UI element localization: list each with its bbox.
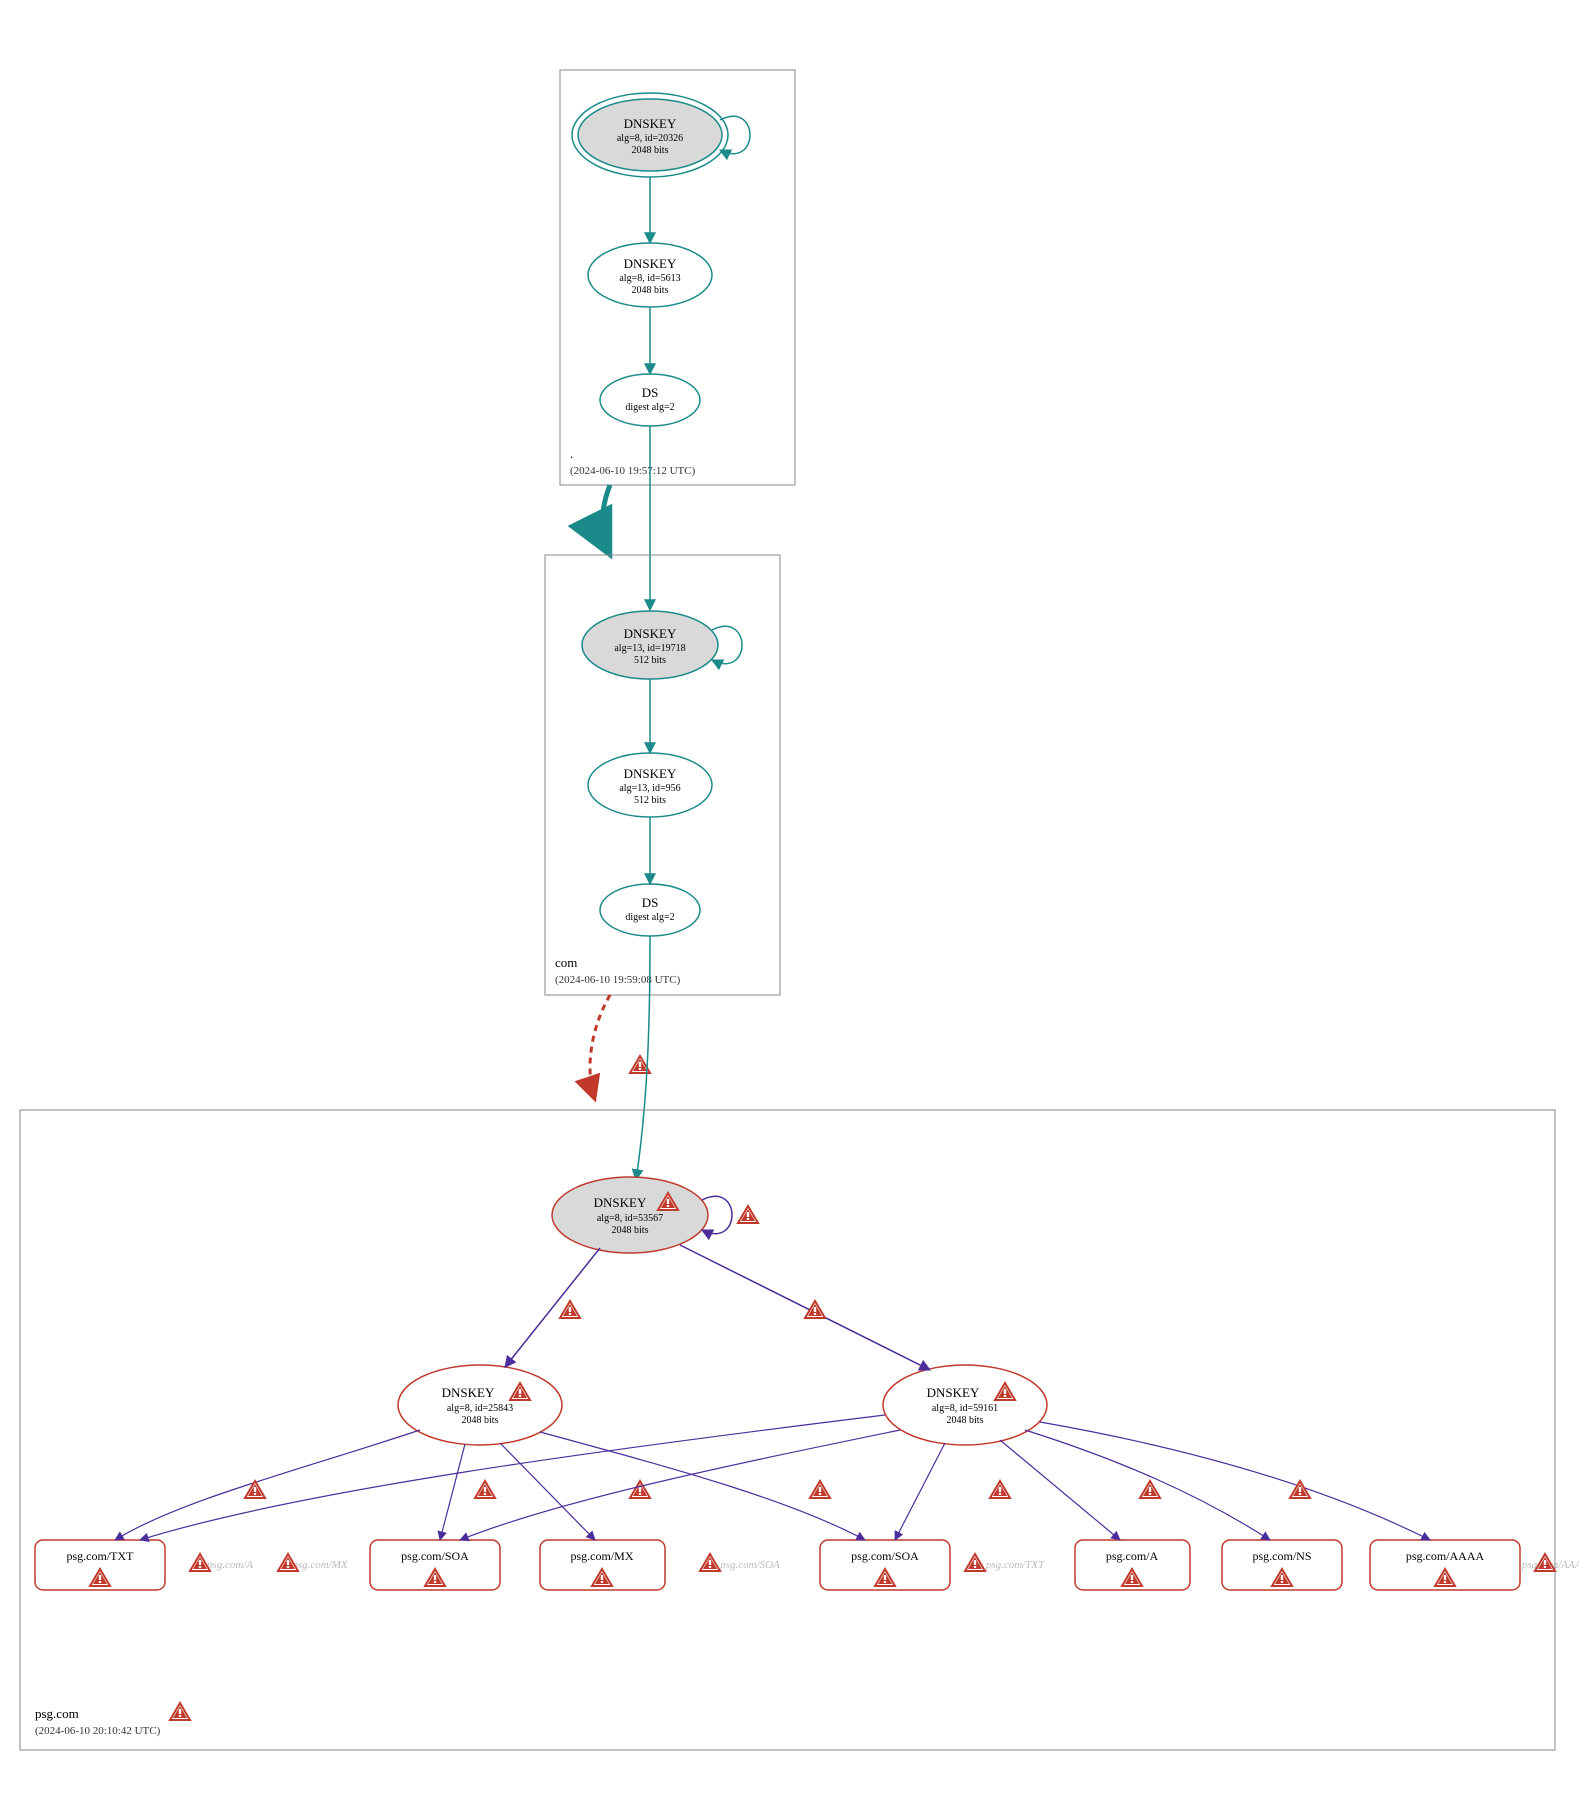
zone-box-psg: [20, 1110, 1555, 1750]
svg-text:2048 bits: 2048 bits: [632, 285, 669, 296]
svg-text:512 bits: 512 bits: [634, 655, 666, 666]
node-psg-ksk: DNSKEY alg=8, id=53567 2048 bits: [552, 1177, 708, 1253]
rrset-a: psg.com/A: [1075, 1540, 1190, 1590]
node-com-ksk: DNSKEY alg=13, id=19718 512 bits: [582, 611, 718, 679]
edge-psg-ksk-zsk1: [505, 1248, 600, 1367]
svg-text:512 bits: 512 bits: [634, 795, 666, 806]
warn-icon: [1140, 1481, 1160, 1498]
dnssec-diagram: . (2024-06-10 19:57:12 UTC) DNSKEY alg=8…: [0, 0, 1579, 1810]
svg-text:2048 bits: 2048 bits: [632, 145, 669, 156]
svg-text:alg=8, id=53567: alg=8, id=53567: [597, 1213, 663, 1224]
svg-text:psg.com/TXT: psg.com/TXT: [67, 1549, 135, 1563]
warn-icon: [560, 1301, 580, 1318]
rrset-txt: psg.com/TXT: [35, 1540, 165, 1590]
node-com-zsk: DNSKEY alg=13, id=956 512 bits: [588, 753, 712, 817]
ghost-soa: psg.com/SOA: [719, 1559, 780, 1571]
ghost-mx: psg.com/MX: [291, 1559, 349, 1571]
zone-name-com: com: [555, 955, 577, 970]
svg-text:psg.com/AAAA: psg.com/AAAA: [1406, 1549, 1485, 1563]
svg-text:alg=8, id=59161: alg=8, id=59161: [932, 1403, 998, 1414]
edge-z1-mx: [500, 1443, 595, 1540]
svg-text:DNSKEY: DNSKEY: [624, 766, 677, 781]
edge-z2-soa2: [895, 1443, 945, 1540]
warn-icon: [475, 1481, 495, 1498]
node-root-ds: DS digest alg=2: [600, 374, 700, 426]
svg-text:DNSKEY: DNSKEY: [594, 1195, 647, 1210]
node-psg-zsk2: DNSKEY alg=8, id=59161 2048 bits: [883, 1365, 1047, 1445]
svg-text:psg.com/SOA: psg.com/SOA: [401, 1549, 469, 1563]
svg-text:psg.com/A: psg.com/A: [1106, 1549, 1159, 1563]
svg-text:alg=13, id=19718: alg=13, id=19718: [614, 643, 685, 654]
svg-text:2048 bits: 2048 bits: [462, 1415, 499, 1426]
zone-ts-psg: (2024-06-10 20:10:42 UTC): [35, 1725, 161, 1737]
svg-text:alg=8, id=20326: alg=8, id=20326: [617, 133, 683, 144]
rrset-soa1: psg.com/SOA: [370, 1540, 500, 1590]
edge-root-deleg-thick: [603, 485, 611, 555]
svg-text:2048 bits: 2048 bits: [612, 1225, 649, 1236]
node-psg-zsk1: DNSKEY alg=8, id=25843 2048 bits: [398, 1365, 562, 1445]
svg-text:DS: DS: [642, 385, 659, 400]
edge-com-deleg-dashed: [590, 995, 610, 1100]
warn-icon: [170, 1703, 190, 1720]
svg-text:psg.com/MX: psg.com/MX: [571, 1549, 634, 1563]
node-root-zsk: DNSKEY alg=8, id=5613 2048 bits: [588, 243, 712, 307]
zone-ts-root: (2024-06-10 19:57:12 UTC): [570, 465, 696, 477]
svg-text:DNSKEY: DNSKEY: [624, 626, 677, 641]
zone-ts-com: (2024-06-10 19:59:08 UTC): [555, 974, 681, 986]
edge-psg-ksk-zsk2: [680, 1245, 930, 1370]
svg-text:DNSKEY: DNSKEY: [442, 1385, 495, 1400]
warn-icon: [245, 1481, 265, 1498]
node-com-ds: DS digest alg=2: [600, 884, 700, 936]
rrset-mx: psg.com/MX: [540, 1540, 665, 1590]
svg-text:digest alg=2: digest alg=2: [625, 912, 674, 923]
warn-icon: [700, 1554, 720, 1571]
warn-icon: [810, 1481, 830, 1498]
warn-icon: [965, 1554, 985, 1571]
ghost-txt: psg.com/TXT: [985, 1559, 1045, 1571]
svg-text:alg=8, id=5613: alg=8, id=5613: [619, 273, 680, 284]
svg-text:DNSKEY: DNSKEY: [927, 1385, 980, 1400]
svg-text:alg=8, id=25843: alg=8, id=25843: [447, 1403, 513, 1414]
svg-text:psg.com/NS: psg.com/NS: [1252, 1549, 1311, 1563]
edge-z1-txt: [115, 1430, 420, 1540]
zone-name-root: .: [570, 446, 573, 461]
svg-text:DNSKEY: DNSKEY: [624, 256, 677, 271]
warn-icon: [738, 1206, 758, 1223]
node-root-ksk: DNSKEY alg=8, id=20326 2048 bits: [572, 93, 728, 177]
edge-z2-a: [1000, 1440, 1120, 1540]
warn-icon: [990, 1481, 1010, 1498]
rrset-soa2: psg.com/SOA: [820, 1540, 950, 1590]
edge-z1-soa1: [440, 1444, 465, 1540]
edge-z2-soa1: [460, 1430, 900, 1540]
svg-text:digest alg=2: digest alg=2: [625, 402, 674, 413]
svg-text:psg.com/SOA: psg.com/SOA: [851, 1549, 919, 1563]
svg-text:alg=13, id=956: alg=13, id=956: [619, 783, 680, 794]
warn-icon: [630, 1481, 650, 1498]
ghost-a: psg.com/A: [206, 1559, 253, 1571]
svg-text:DS: DS: [642, 895, 659, 910]
rrset-aaaa: psg.com/AAAA: [1370, 1540, 1520, 1590]
svg-text:2048 bits: 2048 bits: [947, 1415, 984, 1426]
svg-text:DNSKEY: DNSKEY: [624, 116, 677, 131]
zone-name-psg: psg.com: [35, 1706, 79, 1721]
rrset-ns: psg.com/NS: [1222, 1540, 1342, 1590]
